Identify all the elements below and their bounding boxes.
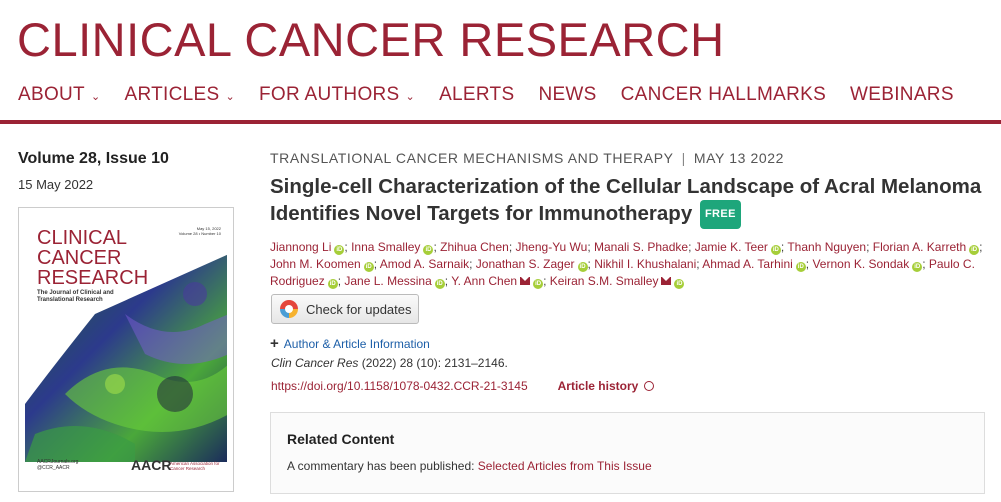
related-content-link[interactable]: Selected Articles from This Issue <box>478 459 652 473</box>
cover-association: American Association for Cancer Research <box>170 461 220 471</box>
author-name[interactable]: Manali S. Phadke <box>594 240 688 254</box>
citation-details: (2022) 28 (10): 2131–2146. <box>361 356 508 370</box>
issue-title[interactable]: Volume 28, Issue 10 <box>18 150 169 168</box>
author-name[interactable]: Amod A. Sarnaik <box>380 257 469 271</box>
nav-item-label: WEBINARS <box>850 84 954 105</box>
crossmark-icon <box>280 300 298 318</box>
orcid-icon[interactable]: iD <box>363 262 374 272</box>
nav-item-label: CANCER HALLMARKS <box>620 84 827 105</box>
orcid-icon[interactable]: iD <box>334 245 345 255</box>
nav-item-cancer-hallmarks[interactable]: CANCER HALLMARKS <box>621 84 826 106</box>
nav-item-alerts[interactable]: ALERTS <box>439 84 514 106</box>
journal-title[interactable]: CLINICAL CANCER RESEARCH <box>17 14 725 66</box>
nav-item-label: FOR AUTHORS <box>259 84 400 105</box>
mail-icon[interactable] <box>661 277 672 285</box>
nav-item-label: ALERTS <box>439 84 515 105</box>
author-article-info-label: Author & Article Information <box>283 336 430 351</box>
chevron-down-icon: ⌄ <box>405 91 416 103</box>
related-content-title: Related Content <box>287 431 395 447</box>
orcid-icon[interactable]: iD <box>577 262 588 272</box>
chevron-down-icon: ⌄ <box>225 91 235 103</box>
doi-link[interactable]: https://doi.org/10.1158/1078-0432.CCR-21… <box>271 379 528 393</box>
nav-item-about[interactable]: ABOUT ⌄ <box>18 84 100 106</box>
orcid-icon[interactable]: iD <box>434 279 445 289</box>
aacr-logo: AACR <box>131 457 172 473</box>
clock-icon <box>644 381 655 391</box>
category-separator: | <box>681 150 686 166</box>
citation-journal: Clin Cancer Res <box>271 356 359 370</box>
author-name[interactable]: Jheng-Yu Wu <box>516 240 588 254</box>
related-content-text: A commentary has been published: Selecte… <box>287 459 652 473</box>
orcid-icon[interactable]: iD <box>674 279 685 289</box>
author-name[interactable]: Zhihua Chen <box>440 240 509 254</box>
orcid-icon[interactable]: iD <box>912 262 923 272</box>
issue-date: 15 May 2022 <box>18 177 94 192</box>
orcid-icon[interactable]: iD <box>423 245 434 255</box>
author-name[interactable]: Vernon K. Sondak <box>812 257 909 271</box>
orcid-icon[interactable]: iD <box>969 245 980 255</box>
related-content-box: Related Content A commentary has been pu… <box>270 412 985 494</box>
check-for-updates-button[interactable]: Check for updates <box>271 294 419 324</box>
cover-footer: AACRJournals.org @CCR_AACR <box>37 459 79 471</box>
author-separator: ; <box>543 274 550 288</box>
author-name[interactable]: Jiannong Li <box>270 240 331 254</box>
nav-item-articles[interactable]: ARTICLES ⌄ <box>124 84 235 106</box>
orcid-icon[interactable]: iD <box>533 279 544 289</box>
author-separator: ; <box>587 240 594 254</box>
article-history-label: Article history <box>557 379 639 393</box>
doi-row: https://doi.org/10.1158/1078-0432.CCR-21… <box>271 379 655 393</box>
cover-title: CLINICAL CANCER RESEARCH <box>37 227 149 289</box>
orcid-icon[interactable]: iD <box>327 279 338 289</box>
cover-dates: May 15, 2022 Volume 28 • Number 10 <box>178 226 221 236</box>
author-name[interactable]: Jane L. Messina <box>344 274 431 288</box>
article-category[interactable]: TRANSLATIONAL CANCER MECHANISMS AND THER… <box>270 150 674 166</box>
issue-cover-image[interactable]: CLINICAL CANCER RESEARCH The Journal of … <box>18 207 234 492</box>
author-name[interactable]: Y. Ann Chen <box>451 274 517 288</box>
author-name[interactable]: Florian A. Karreth <box>873 240 966 254</box>
nav-item-news[interactable]: NEWS <box>538 84 596 106</box>
article-history-link[interactable]: Article history <box>558 379 655 393</box>
author-name[interactable]: Keiran S.M. Smalley <box>550 274 659 288</box>
header-divider <box>0 120 1001 124</box>
free-badge: FREE <box>699 200 741 229</box>
author-name[interactable]: Jonathan S. Zager <box>476 257 575 271</box>
article-header: TRANSLATIONAL CANCER MECHANISMS AND THER… <box>270 150 990 290</box>
author-name[interactable]: Jamie K. Teer <box>695 240 768 254</box>
plus-icon: + <box>270 335 279 352</box>
author-separator: ; <box>508 240 516 254</box>
article-category-line: TRANSLATIONAL CANCER MECHANISMS AND THER… <box>270 150 990 166</box>
check-for-updates-label: Check for updates <box>306 301 412 317</box>
chevron-down-icon: ⌄ <box>90 91 101 103</box>
author-separator: ; <box>979 240 983 254</box>
author-separator: ; <box>688 240 695 254</box>
mail-icon[interactable] <box>520 277 531 285</box>
nav-item-webinars[interactable]: WEBINARS <box>850 84 954 106</box>
nav-item-label: NEWS <box>538 84 597 105</box>
article-title: Single-cell Characterization of the Cell… <box>270 173 990 229</box>
cover-subtitle: The Journal of Clinical and Translationa… <box>37 290 114 303</box>
nav-item-label: ABOUT <box>18 84 85 105</box>
main-nav: ABOUT ⌄ ARTICLES ⌄ FOR AUTHORS ⌄ ALERTS NEWS CAN… <box>18 84 978 106</box>
author-separator: ; <box>922 257 929 271</box>
citation: Clin Cancer Res (2022) 28 (10): 2131–214… <box>271 356 508 370</box>
author-list: Jiannong Li iD; Inna Smalley iD; Zhihua Ch… <box>270 239 990 290</box>
publish-date: MAY 13 2022 <box>693 150 785 166</box>
author-name[interactable]: Nikhil I. Khushalani <box>594 257 696 271</box>
author-separator: ; <box>469 257 476 271</box>
author-name[interactable]: John M. Koomen <box>270 257 361 271</box>
related-content-desc: A commentary has been published: <box>287 459 475 473</box>
nav-item-label: ARTICLES <box>124 84 220 105</box>
orcid-icon[interactable]: iD <box>770 245 781 255</box>
nav-item-for-authors[interactable]: FOR AUTHORS ⌄ <box>259 84 415 106</box>
author-name[interactable]: Inna Smalley <box>351 240 420 254</box>
author-name[interactable]: Ahmad A. Tarhini <box>702 257 793 271</box>
author-name[interactable]: Thanh Nguyen <box>787 240 866 254</box>
author-article-info-link[interactable]: + Author & Article Information <box>270 335 430 352</box>
author-separator: ; <box>866 240 873 254</box>
orcid-icon[interactable]: iD <box>795 262 806 272</box>
